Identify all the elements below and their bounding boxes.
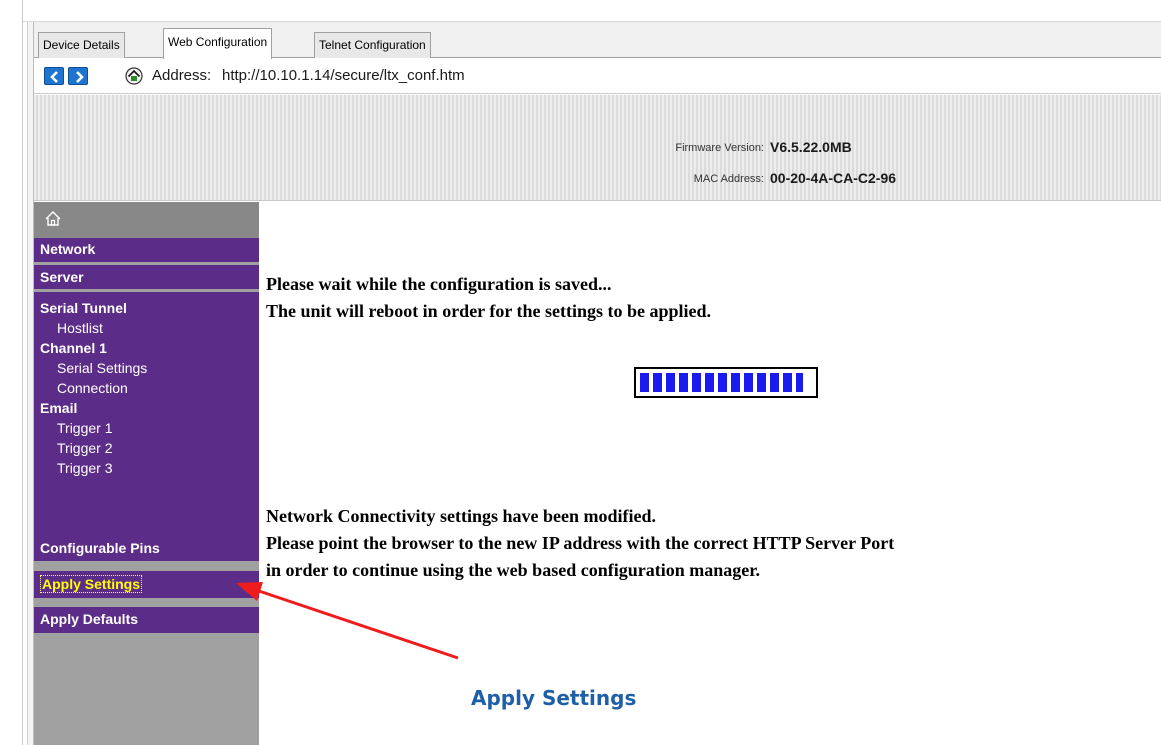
annotation-arrow-icon xyxy=(236,582,459,660)
annotation-label: Apply Settings xyxy=(471,686,637,710)
tab-web-configuration[interactable]: Web Configuration xyxy=(163,28,273,59)
